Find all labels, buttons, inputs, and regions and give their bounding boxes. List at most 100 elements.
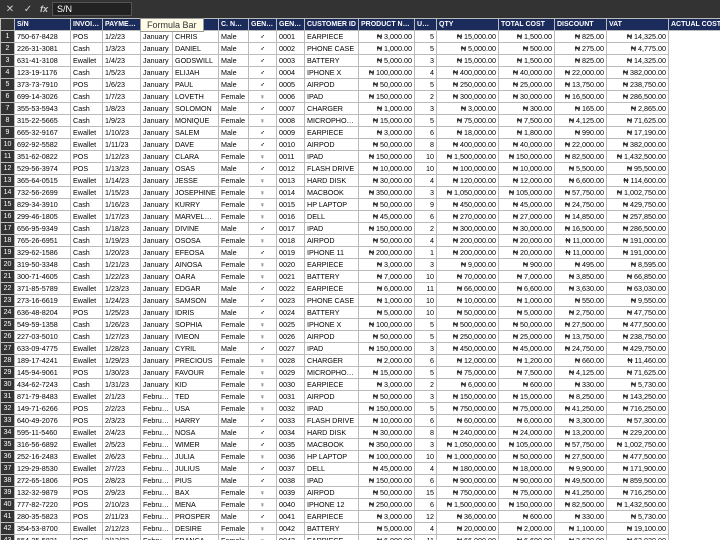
cell[interactable]: ₦ 20,000.00 bbox=[437, 523, 499, 535]
cell[interactable]: ₦ 10,000.00 bbox=[499, 163, 555, 175]
cell[interactable]: Cash bbox=[71, 223, 103, 235]
cell[interactable]: ₦ 859,500.00 bbox=[607, 475, 669, 487]
row-header[interactable]: 14 bbox=[1, 187, 15, 199]
cell[interactable]: 373-73-7910 bbox=[15, 79, 71, 91]
row-header[interactable]: 29 bbox=[1, 367, 15, 379]
cell[interactable]: ₦ 900.00 bbox=[499, 259, 555, 271]
cell[interactable]: 633-09-4775 bbox=[15, 343, 71, 355]
cell[interactable]: ₦ 45,000.00 bbox=[359, 211, 415, 223]
cell[interactable]: Ewallet bbox=[71, 283, 103, 295]
cell[interactable]: 0025 bbox=[277, 319, 305, 331]
cell[interactable]: AIRPOD bbox=[305, 235, 359, 247]
row-header[interactable]: 23 bbox=[1, 295, 15, 307]
cell[interactable]: ₦ 50,000.00 bbox=[359, 331, 415, 343]
cell[interactable]: ₦ 5,000.00 bbox=[437, 43, 499, 55]
cell[interactable]: 0026 bbox=[277, 331, 305, 343]
row-header[interactable]: 41 bbox=[1, 511, 15, 523]
table-row[interactable]: 6699-14-3026Cash1/7/23JanuaryLOVETHFemal… bbox=[1, 91, 720, 103]
cell[interactable]: ₦ 191,000.00 bbox=[607, 235, 669, 247]
cell[interactable]: ₦ 50,000.00 bbox=[359, 391, 415, 403]
cell[interactable]: 2/7/23 bbox=[103, 463, 141, 475]
cell[interactable]: Cash bbox=[71, 235, 103, 247]
cell[interactable]: CHARGER bbox=[305, 355, 359, 367]
cell[interactable]: ♂ bbox=[249, 43, 277, 55]
cell[interactable]: ₦ 49,500.00 bbox=[555, 475, 607, 487]
cell[interactable]: 12 bbox=[415, 511, 437, 523]
cell[interactable]: ♂ bbox=[249, 139, 277, 151]
cell[interactable]: ₦ 45,000.00 bbox=[499, 343, 555, 355]
cell[interactable]: PROSPER bbox=[173, 511, 219, 523]
cell[interactable]: ₦ 257,850.00 bbox=[607, 211, 669, 223]
cell[interactable]: ₦ 900,000.00 bbox=[437, 475, 499, 487]
row-header[interactable]: 30 bbox=[1, 379, 15, 391]
cell[interactable]: AIRPOD bbox=[305, 139, 359, 151]
cell[interactable]: ₦ 47,750.00 bbox=[607, 307, 669, 319]
cell[interactable]: 2/1/23 bbox=[103, 391, 141, 403]
cell[interactable]: ₦ 150,000.00 bbox=[359, 403, 415, 415]
table-row[interactable]: 32149-71-6266POS2/2/23FebruaryUSAFemale♀… bbox=[1, 403, 720, 415]
cell[interactable]: 0038 bbox=[277, 475, 305, 487]
cell[interactable]: OSAS bbox=[173, 163, 219, 175]
cell[interactable]: ₦ 66,850.00 bbox=[607, 271, 669, 283]
cell[interactable]: ₦ 300,000.00 bbox=[437, 223, 499, 235]
cell[interactable]: ₦ 429,750.00 bbox=[607, 343, 669, 355]
cell[interactable]: HARRY bbox=[173, 415, 219, 427]
cell[interactable]: ₦ 95,500.00 bbox=[607, 163, 669, 175]
cell[interactable]: ₦ 63,030.00 bbox=[607, 535, 669, 540]
cell[interactable]: January bbox=[141, 187, 173, 199]
table-row[interactable]: 25549-59-1358Cash1/26/23JanuarySOPHIAFem… bbox=[1, 319, 720, 331]
cell[interactable]: 10 bbox=[415, 451, 437, 463]
cell[interactable]: ₦ 24,750.00 bbox=[555, 343, 607, 355]
cell[interactable]: ₦ 150,000.00 bbox=[437, 391, 499, 403]
cell[interactable]: ♀ bbox=[249, 391, 277, 403]
cell[interactable]: IPHONE X bbox=[305, 319, 359, 331]
cell[interactable]: 0001 bbox=[277, 31, 305, 43]
cell[interactable]: ♀ bbox=[249, 235, 277, 247]
cell[interactable]: January bbox=[141, 139, 173, 151]
cell[interactable]: 3 bbox=[415, 103, 437, 115]
cell[interactable]: 0002 bbox=[277, 43, 305, 55]
cell[interactable]: ♂ bbox=[249, 427, 277, 439]
table-row[interactable]: 31871-79-8483Ewallet2/1/23FebruaryTEDFem… bbox=[1, 391, 720, 403]
cell[interactable]: 5 bbox=[415, 115, 437, 127]
table-row[interactable]: 21300-71-4605Cash1/22/23JanuaryOARAFemal… bbox=[1, 271, 720, 283]
cell[interactable]: Male bbox=[219, 283, 249, 295]
cell[interactable]: ♂ bbox=[249, 163, 277, 175]
cell[interactable]: 0005 bbox=[277, 79, 305, 91]
cell[interactable]: ₦ 27,500.00 bbox=[555, 451, 607, 463]
cell[interactable]: ♂ bbox=[249, 511, 277, 523]
cell[interactable]: ₦ 6,600.00 bbox=[499, 535, 555, 540]
cell[interactable]: 1/21/23 bbox=[103, 259, 141, 271]
row-header[interactable]: 31 bbox=[1, 391, 15, 403]
cell[interactable]: 2/10/23 bbox=[103, 499, 141, 511]
cell[interactable]: CYRIL bbox=[173, 343, 219, 355]
cell[interactable]: POS bbox=[71, 535, 103, 540]
cell[interactable]: January bbox=[141, 247, 173, 259]
cell[interactable]: ₦ 1,000,000.00 bbox=[437, 451, 499, 463]
cell[interactable]: January bbox=[141, 151, 173, 163]
col-header[interactable]: PRODUCT NAME bbox=[359, 19, 415, 31]
cell[interactable]: ♂ bbox=[249, 283, 277, 295]
cell[interactable]: 2/6/23 bbox=[103, 451, 141, 463]
cell[interactable]: January bbox=[141, 79, 173, 91]
cell[interactable]: PIUS bbox=[173, 475, 219, 487]
cell[interactable]: Female bbox=[219, 403, 249, 415]
cell[interactable]: January bbox=[141, 223, 173, 235]
cell[interactable]: Female bbox=[219, 199, 249, 211]
cell[interactable]: Male bbox=[219, 475, 249, 487]
cell[interactable]: ₦ 57,750.00 bbox=[555, 439, 607, 451]
cell[interactable]: ₦ 19,100.00 bbox=[607, 523, 669, 535]
cell[interactable]: ₦ 330.00 bbox=[555, 511, 607, 523]
cell[interactable]: ₦ 50,000.00 bbox=[359, 139, 415, 151]
cell[interactable]: ₦ 75,000.00 bbox=[499, 403, 555, 415]
cell[interactable]: ₦ 450,000.00 bbox=[437, 199, 499, 211]
cell[interactable]: 5 bbox=[415, 403, 437, 415]
table-row[interactable]: 39132-32-9879POS2/9/23FebruaryBAXFemale♀… bbox=[1, 487, 720, 499]
cell[interactable]: Female bbox=[219, 535, 249, 540]
cell[interactable]: 0017 bbox=[277, 223, 305, 235]
cell[interactable]: EARPIECE bbox=[305, 31, 359, 43]
cell[interactable]: ₦ 90,000.00 bbox=[499, 475, 555, 487]
cell[interactable]: Female bbox=[219, 91, 249, 103]
cell[interactable]: 5 bbox=[415, 43, 437, 55]
row-header[interactable]: 27 bbox=[1, 343, 15, 355]
